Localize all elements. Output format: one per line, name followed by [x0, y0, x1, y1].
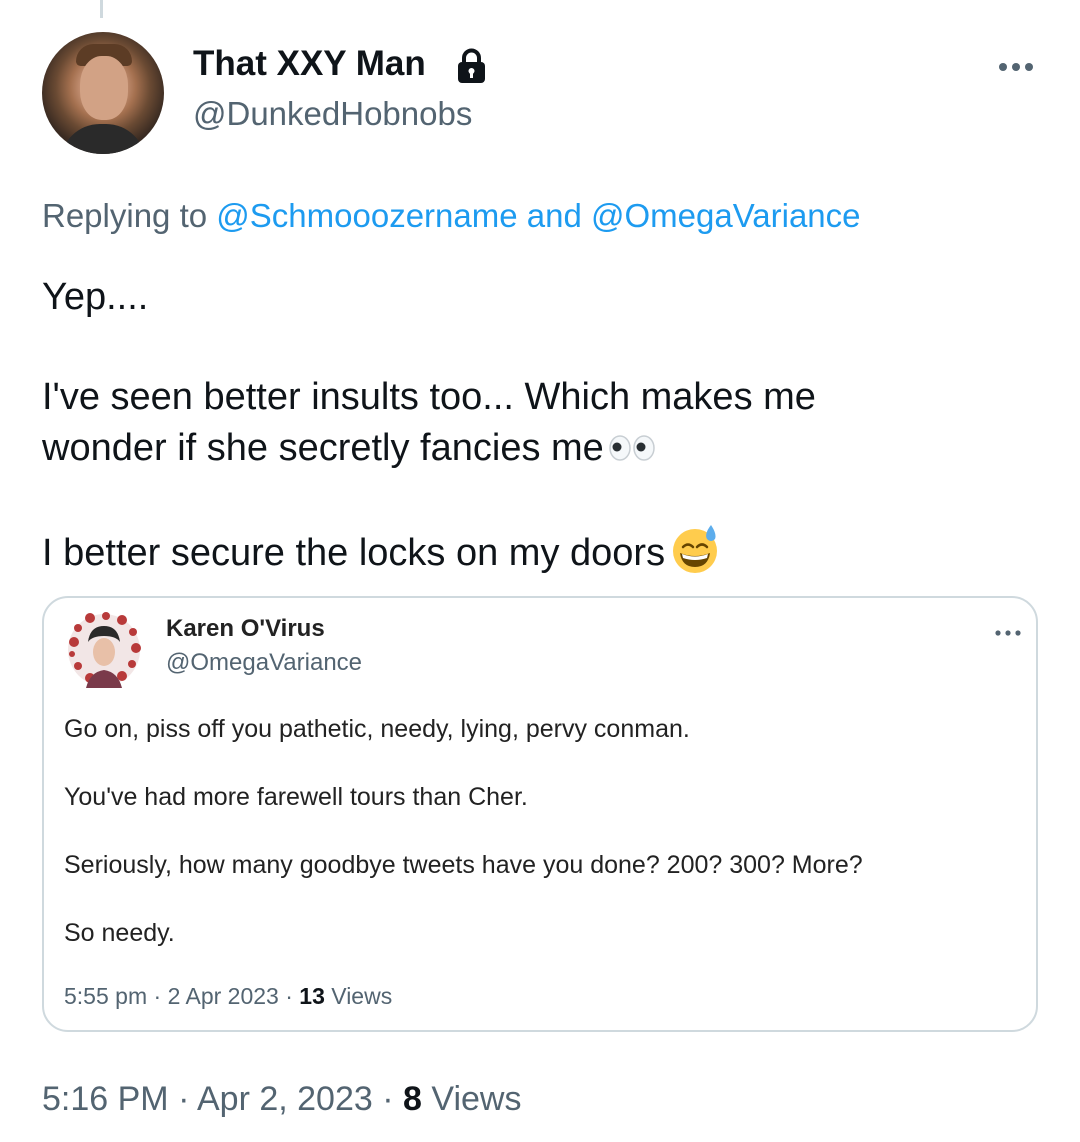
avatar-face — [80, 56, 128, 120]
separator-dot: · — [382, 1080, 394, 1118]
separator-dot: · — [178, 1080, 190, 1118]
separator-dot: · — [153, 983, 162, 1009]
quoted-more-options-icon[interactable] — [992, 622, 1024, 644]
more-options-icon[interactable] — [995, 52, 1037, 82]
quoted-tweet-meta: 5:55 pm · 2 Apr 2023 · 13 Views — [64, 982, 392, 1010]
mention-link[interactable]: @Schmooozername — [216, 197, 517, 234]
tweet-text-line: wonder if she secretly fancies me — [42, 427, 604, 469]
replying-to-line: Replying to @Schmooozername and @OmegaVa… — [42, 196, 861, 236]
eyes-emoji-icon — [609, 435, 655, 461]
tweet-text-line: I've seen better insults too... Which ma… — [42, 376, 816, 418]
quoted-date[interactable]: 2 Apr 2023 — [168, 983, 279, 1009]
separator-dot: · — [285, 983, 293, 1009]
avatar-shirt — [60, 124, 146, 154]
thread-connector-line — [100, 0, 103, 18]
mention-link[interactable]: @OmegaVariance — [591, 197, 861, 234]
quoted-paragraph: You've had more farewell tours than Cher… — [64, 783, 528, 811]
tweet-meta: 5:16 PM · Apr 2, 2023 · 8 Views — [42, 1078, 521, 1120]
quoted-author-avatar[interactable] — [66, 612, 142, 688]
quoted-paragraph: Seriously, how many goodbye tweets have … — [64, 851, 863, 879]
quoted-views-count: 13 — [299, 983, 325, 1009]
tweet-paragraph: Yep.... — [42, 276, 149, 318]
quoted-author-display-name[interactable]: Karen O'Virus — [166, 614, 325, 644]
author-display-name[interactable]: That XXY Man — [193, 44, 426, 84]
views-label[interactable]: Views — [431, 1080, 521, 1118]
quoted-views-label: Views — [331, 983, 393, 1009]
lock-icon — [458, 48, 485, 83]
tweet-date[interactable]: Apr 2, 2023 — [197, 1080, 373, 1118]
quoted-tweet-text: Go on, piss off you pathetic, needy, lyi… — [64, 716, 1024, 988]
tweet-paragraph: I've seen better insults too... Which ma… — [42, 372, 1032, 474]
grinning-face-with-sweat-icon — [673, 525, 718, 573]
tweet-time[interactable]: 5:16 PM — [42, 1080, 169, 1118]
tweet-paragraph: I better secure the locks on my doors — [42, 523, 1032, 579]
quoted-time[interactable]: 5:55 pm — [64, 983, 147, 1009]
mention-joiner: and — [526, 197, 582, 234]
quoted-paragraph: So needy. — [64, 919, 175, 947]
views-count[interactable]: 8 — [403, 1080, 422, 1118]
author-avatar[interactable] — [42, 32, 164, 154]
tweet-text-line: I better secure the locks on my doors — [42, 532, 666, 574]
quoted-tweet-card[interactable]: Karen O'Virus @OmegaVariance Go on, piss… — [42, 596, 1038, 1032]
quoted-author-handle[interactable]: @OmegaVariance — [166, 648, 362, 678]
quoted-paragraph: Go on, piss off you pathetic, needy, lyi… — [64, 715, 690, 743]
replying-to-prefix: Replying to — [42, 197, 208, 234]
author-handle[interactable]: @DunkedHobnobs — [193, 94, 472, 134]
tweet-text: Yep.... I've seen better insults too... … — [42, 272, 1032, 579]
